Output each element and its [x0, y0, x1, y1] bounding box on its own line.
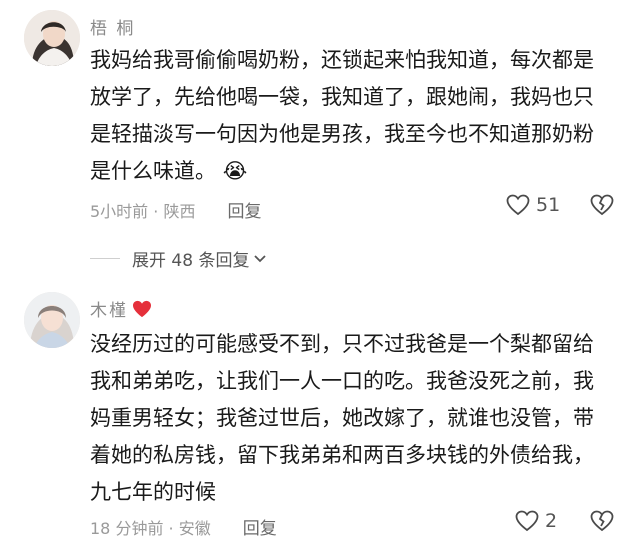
- comment-text: 我妈给我哥偷偷喝奶粉，还锁起来怕我知道，每次都是放学了，先给他喝一袋，我知道了，…: [90, 42, 610, 190]
- heart-outline-icon: [515, 510, 539, 532]
- comment-body: 我妈给我哥偷偷喝奶粉，还锁起来怕我知道，每次都是放学了，先给他喝一袋，我知道了，…: [90, 48, 594, 183]
- timestamp-location: 5小时前 · 陕西: [90, 201, 196, 221]
- avatar[interactable]: [24, 292, 80, 348]
- broken-heart-icon: [590, 194, 614, 216]
- red-heart-icon: [133, 300, 151, 317]
- avatar[interactable]: [24, 10, 80, 66]
- chevron-down-icon: [254, 254, 267, 262]
- comment-body: 没经历过的可能感受不到，只不过我爸是一个梨都留给我和弟弟吃，让我们一人一口的吃。…: [90, 332, 594, 504]
- dislike-button[interactable]: [590, 510, 614, 536]
- username[interactable]: 木槿: [90, 296, 152, 321]
- crying-emoji-icon: 😭: [222, 159, 248, 183]
- comment-meta: 18 分钟前 · 安徽 回复: [90, 514, 277, 540]
- like-button[interactable]: 2: [515, 510, 557, 532]
- comment-text: 没经历过的可能感受不到，只不过我爸是一个梨都留给我和弟弟吃，让我们一人一口的吃。…: [90, 326, 610, 511]
- username-text[interactable]: 木槿: [90, 296, 128, 321]
- reply-button[interactable]: 回复: [243, 514, 277, 539]
- like-count: 2: [545, 510, 558, 532]
- broken-heart-icon: [590, 510, 614, 532]
- username-text[interactable]: 梧 桐: [90, 14, 135, 39]
- username[interactable]: 梧 桐: [90, 14, 135, 39]
- timestamp-location: 18 分钟前 · 安徽: [90, 518, 211, 538]
- expand-replies[interactable]: 展开 48 条回复: [90, 246, 267, 271]
- reply-button[interactable]: 回复: [227, 197, 261, 222]
- expand-replies-label[interactable]: 展开 48 条回复: [132, 246, 249, 271]
- heart-outline-icon: [506, 194, 530, 216]
- divider: [90, 258, 120, 259]
- like-button[interactable]: 51: [506, 194, 560, 216]
- dislike-button[interactable]: [590, 194, 614, 220]
- comment-meta: 5小时前 · 陕西 回复: [90, 197, 261, 223]
- like-count: 51: [536, 194, 561, 216]
